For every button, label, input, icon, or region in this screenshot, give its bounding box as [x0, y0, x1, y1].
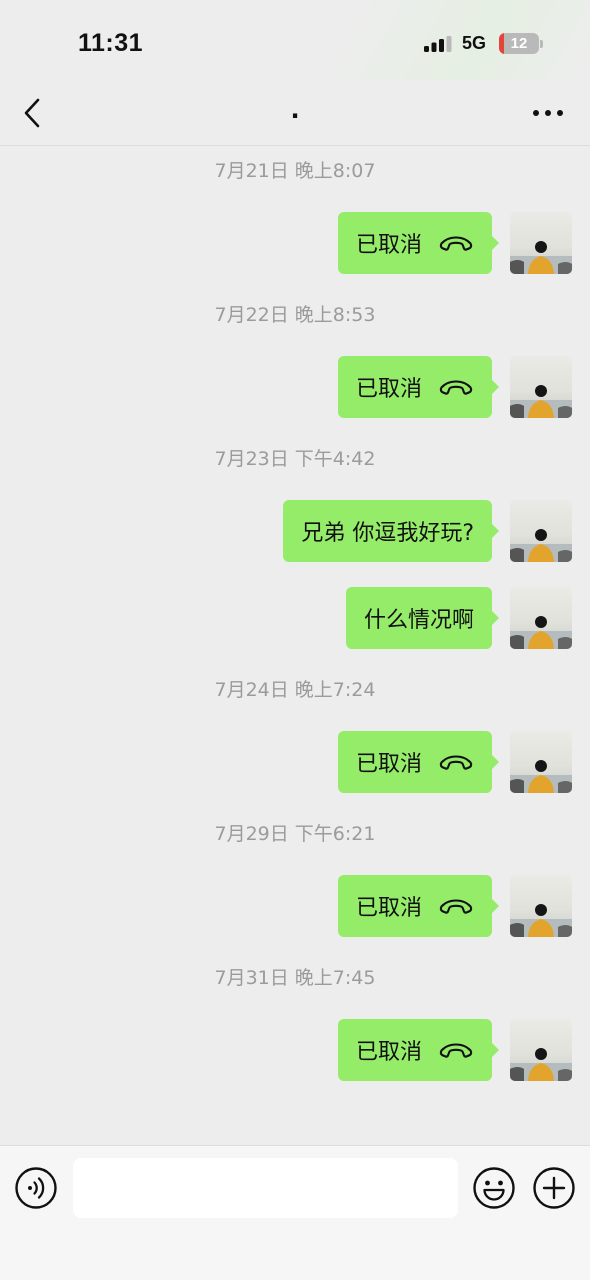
chevron-left-icon[interactable] — [18, 96, 48, 130]
chat-title: . — [290, 96, 300, 124]
phone-hangup-icon — [438, 1040, 474, 1060]
message-list[interactable]: 7月21日 晚上8:07 已取消 7月22日 晚上8:53 已取消 7月23日 下午4:… — [0, 147, 590, 1144]
avatar[interactable] — [510, 875, 572, 937]
battery-cap — [540, 40, 543, 48]
phone-hangup-icon — [438, 233, 474, 253]
phone-hangup-icon — [438, 377, 474, 397]
emoji-icon[interactable] — [472, 1166, 516, 1210]
avatar[interactable] — [510, 731, 572, 793]
message-timestamp: 7月21日 晚上8:07 — [214, 160, 376, 182]
chat-header: . — [0, 80, 590, 146]
status-bar: 11:31 5G 12 — [0, 0, 590, 80]
message-text: 已取消 — [355, 233, 422, 258]
message-text: 已取消 — [355, 377, 422, 402]
avatar[interactable] — [510, 500, 572, 562]
signal-icon — [424, 36, 452, 52]
battery-icon: 12 — [499, 33, 539, 54]
input-bar — [0, 1145, 590, 1280]
status-time: 11:31 — [78, 29, 144, 57]
call-record-bubble[interactable]: 已取消 — [337, 1019, 500, 1081]
message-timestamp: 7月22日 晚上8:53 — [214, 304, 376, 326]
network-type: 5G — [462, 33, 487, 53]
message-text: 已取消 — [355, 1040, 422, 1065]
call-record-bubble[interactable]: 已取消 — [337, 212, 500, 274]
message-timestamp: 7月23日 下午4:42 — [214, 448, 376, 470]
more-dots-icon[interactable] — [530, 102, 566, 124]
voice-icon[interactable] — [14, 1166, 58, 1210]
avatar[interactable] — [510, 212, 572, 274]
phone-hangup-icon — [438, 752, 474, 772]
message-input[interactable] — [73, 1158, 458, 1218]
avatar[interactable] — [510, 587, 572, 649]
message-timestamp: 7月29日 下午6:21 — [214, 823, 376, 845]
battery-level: 12 — [510, 35, 528, 52]
message-text: 兄弟 你逗我好玩? — [301, 521, 474, 546]
message-text: 已取消 — [355, 752, 422, 777]
message-text: 已取消 — [355, 896, 422, 921]
text-message-bubble[interactable]: 什么情况啊 — [345, 587, 500, 649]
avatar[interactable] — [510, 356, 572, 418]
plus-icon[interactable] — [532, 1166, 576, 1210]
avatar[interactable] — [510, 1019, 572, 1081]
message-text: 什么情况啊 — [363, 608, 474, 633]
message-timestamp: 7月31日 晚上7:45 — [214, 967, 376, 989]
call-record-bubble[interactable]: 已取消 — [337, 875, 500, 937]
text-message-bubble[interactable]: 兄弟 你逗我好玩? — [283, 500, 499, 562]
call-record-bubble[interactable]: 已取消 — [337, 731, 500, 793]
phone-hangup-icon — [438, 896, 474, 916]
message-timestamp: 7月24日 晚上7:24 — [214, 679, 376, 701]
call-record-bubble[interactable]: 已取消 — [337, 356, 500, 418]
